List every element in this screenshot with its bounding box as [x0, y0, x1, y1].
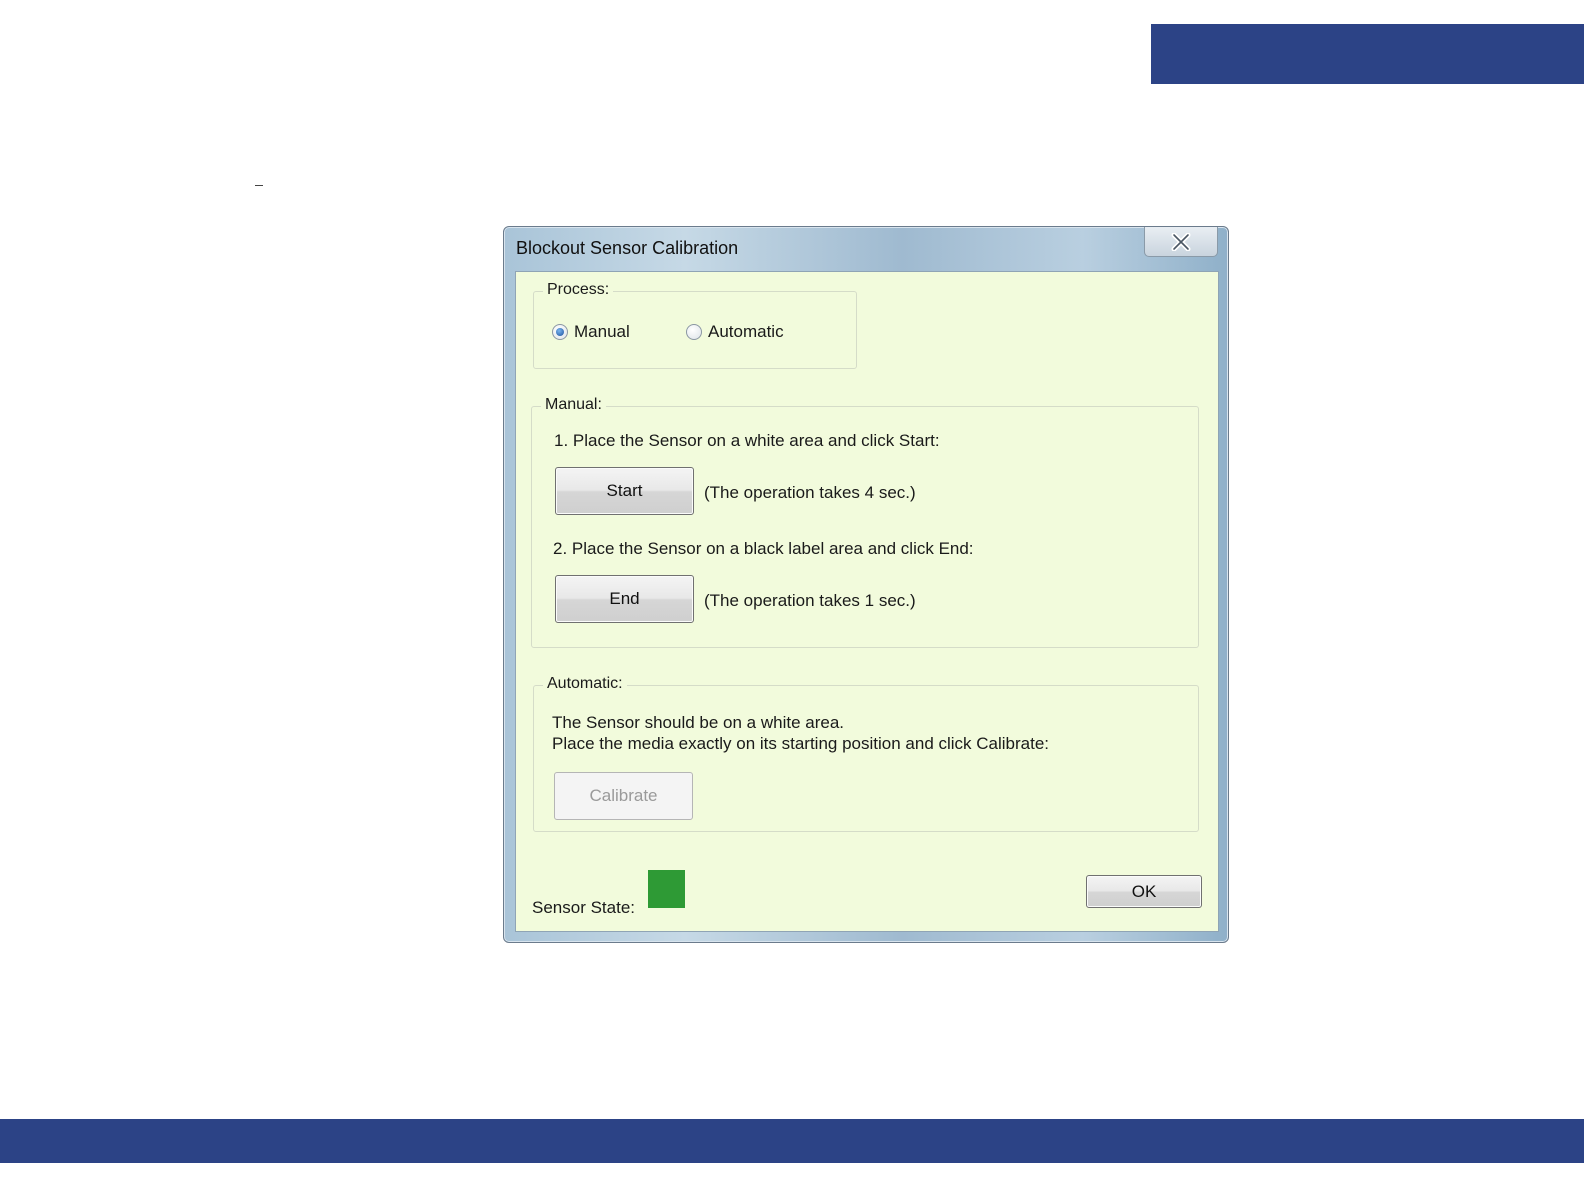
bottom-banner	[0, 1119, 1584, 1163]
automatic-radio[interactable]: Automatic	[686, 322, 784, 342]
manual-step-1: 1. Place the Sensor on a white area and …	[554, 431, 940, 450]
automatic-instruction-1: The Sensor should be on a white area.	[552, 713, 845, 732]
dialog-title: Blockout Sensor Calibration	[516, 238, 739, 258]
radio-selected-dot	[556, 328, 564, 336]
sensor-state-indicator	[648, 870, 685, 908]
end-duration-note: (The operation takes 1 sec.)	[704, 591, 916, 610]
automatic-instruction-2: Place the media exactly on its starting …	[552, 734, 1050, 753]
process-legend: Process:	[543, 281, 614, 299]
start-button[interactable]: Start	[555, 467, 694, 515]
top-banner	[1151, 24, 1584, 84]
ok-button[interactable]: OK	[1086, 875, 1202, 908]
process-group: Process: Manual Automatic	[533, 281, 857, 369]
end-button[interactable]: End	[555, 575, 694, 623]
automatic-radio-circle	[686, 324, 702, 340]
manual-group: Manual: 1. Place the Sensor on a white a…	[531, 396, 1199, 648]
calibrate-button[interactable]: Calibrate	[554, 772, 693, 820]
title-bar: Blockout Sensor Calibration	[504, 227, 1228, 270]
automatic-radio-label: Automatic	[708, 322, 784, 341]
start-duration-note: (The operation takes 4 sec.)	[704, 483, 916, 502]
automatic-group: Automatic: The Sensor should be on a whi…	[533, 675, 1199, 832]
manual-step-2: 2. Place the Sensor on a black label are…	[553, 539, 974, 558]
calibration-dialog: Blockout Sensor Calibration Process: Man…	[503, 226, 1229, 943]
manual-legend: Manual:	[541, 396, 606, 414]
sensor-state-label: Sensor State:	[532, 898, 636, 917]
close-button[interactable]	[1144, 227, 1218, 257]
dash-mark	[255, 185, 263, 186]
manual-radio-circle	[552, 324, 568, 340]
close-icon	[1171, 232, 1191, 251]
manual-radio[interactable]: Manual	[552, 322, 630, 342]
automatic-legend: Automatic:	[543, 675, 627, 693]
dialog-client-area: Process: Manual Automatic Manual: 1. Pla…	[515, 271, 1219, 932]
manual-radio-label: Manual	[574, 322, 630, 341]
